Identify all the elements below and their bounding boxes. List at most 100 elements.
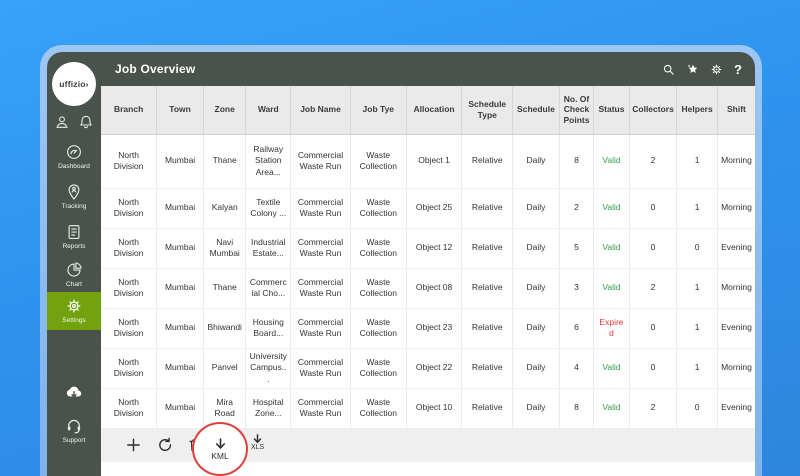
sidebar-item-chart[interactable]: Chart [47,258,101,291]
add-button[interactable] [125,437,142,454]
sidebar-item-settings[interactable]: Settings [47,292,101,330]
account-icons [47,114,101,130]
column-header[interactable]: Branch [101,86,157,134]
sidebar-item-reports[interactable]: Reports [47,220,101,253]
sidebar-item-label: Support [63,437,86,444]
table-cell: Waste Collection [350,188,406,228]
user-icon[interactable] [54,114,70,130]
kml-download-button[interactable]: KML [192,422,248,476]
status-cell: Valid [594,348,629,388]
table-cell: Mumbai [157,268,204,308]
column-header[interactable]: Job Name [291,86,351,134]
favorites-star-icon[interactable] [686,63,699,76]
sidebar-item-label: Chart [66,281,82,288]
job-table: BranchTownZoneWardJob NameJob TyeAllocat… [101,86,755,428]
table-row[interactable]: North DivisionMumbaiPanvelUniversity Cam… [101,348,755,388]
table-cell: Mumbai [157,348,204,388]
help-icon[interactable]: ? [734,63,742,76]
column-header[interactable]: Zone [203,86,246,134]
table-row[interactable]: North DivisionMumbaiMira RoadHospital Zo… [101,388,755,428]
column-header[interactable]: Town [157,86,204,134]
table-cell: Mumbai [157,308,204,348]
table-cell: 1 [677,348,718,388]
download-arrow-icon [253,434,262,444]
table-cell: Object 1 [406,134,462,188]
table-row[interactable]: North DivisionMumbaiKalyanTextile Colony… [101,188,755,228]
column-header[interactable]: Shift [717,86,755,134]
table-cell: Thane [203,134,246,188]
column-header[interactable]: Ward [246,86,291,134]
column-header[interactable]: Allocation [406,86,462,134]
table-row[interactable]: North DivisionMumbaiBhiwandiHousing Boar… [101,308,755,348]
table-cell: Mumbai [157,134,204,188]
table-cell: 8 [559,134,593,188]
table-row[interactable]: North DivisionMumbaiThaneCommercial Cho.… [101,268,755,308]
table-cell: 1 [677,188,718,228]
column-header[interactable]: Helpers [677,86,718,134]
table-cell: Thane [203,268,246,308]
window-frame: uffizio› Dashboard [40,45,762,476]
table-cell: Waste Collection [350,308,406,348]
table-cell: Waste Collection [350,134,406,188]
support-headset-icon [65,417,83,435]
table-row[interactable]: North DivisionMumbaiThaneRailway Station… [101,134,755,188]
tracking-pin-icon [65,183,83,201]
column-header[interactable]: Schedule [513,86,560,134]
table-cell: Waste Collection [350,348,406,388]
status-cell: Expired [594,308,629,348]
table-cell: Relative [462,268,513,308]
table-cell: 2 [629,268,677,308]
table-header: BranchTownZoneWardJob NameJob TyeAllocat… [101,86,755,134]
brand-logo-circle: uffizio› [52,62,96,106]
table-cell: 8 [559,388,593,428]
main-panel: Job Overview ? [101,52,755,476]
add-icon [125,437,142,454]
column-header[interactable]: Status [594,86,629,134]
refresh-button[interactable] [157,437,174,454]
table-cell: Commercial Waste Run [291,228,351,268]
settings-gear-icon[interactable] [710,63,723,76]
table-cell: Evening [717,308,755,348]
sidebar-item-dashboard[interactable]: Dashboard [47,140,101,173]
sidebar-item-tracking[interactable]: Tracking [47,180,101,213]
status-cell: Valid [594,188,629,228]
table-cell: Panvel [203,348,246,388]
table-row[interactable]: North DivisionMumbaiNavi MumbaiIndustria… [101,228,755,268]
table-cell: 1 [677,134,718,188]
table-cell: Housing Board... [246,308,291,348]
xls-download-button[interactable]: XLS [251,434,264,451]
table-cell: Object 12 [406,228,462,268]
table-cell: 6 [559,308,593,348]
sidebar-item-backup[interactable] [47,380,101,406]
search-icon[interactable] [662,63,675,76]
table-cell: Daily [513,268,560,308]
table-cell: Daily [513,308,560,348]
sidebar-item-support[interactable]: Support [47,414,101,447]
brand-logo[interactable]: uffizio› [47,62,101,106]
table-cell: North Division [101,348,157,388]
column-header[interactable]: Schedule Type [462,86,513,134]
table-cell: 1 [677,308,718,348]
table-cell: 0 [629,308,677,348]
sidebar-item-label: Tracking [62,203,87,210]
bottom-toolbar: KML XLS [101,428,755,462]
column-header[interactable]: Collectors [629,86,677,134]
table-cell: North Division [101,134,157,188]
column-header[interactable]: No. Of Check Points [559,86,593,134]
table-cell: Daily [513,134,560,188]
table-cell: Textile Colony ... [246,188,291,228]
table-cell: University Campus... [246,348,291,388]
table-cell: Object 23 [406,308,462,348]
refresh-icon [157,437,174,454]
status-cell: Valid [594,134,629,188]
column-header[interactable]: Job Tye [350,86,406,134]
table-cell: Commercial Waste Run [291,388,351,428]
table-cell: Bhiwandi [203,308,246,348]
table-cell: Evening [717,228,755,268]
kml-label: KML [211,451,228,461]
brand-logo-text: uffizio› [59,79,88,89]
table-cell: Waste Collection [350,388,406,428]
table-cell: 2 [629,134,677,188]
table-cell: 0 [629,348,677,388]
notifications-bell-icon[interactable] [78,114,94,130]
